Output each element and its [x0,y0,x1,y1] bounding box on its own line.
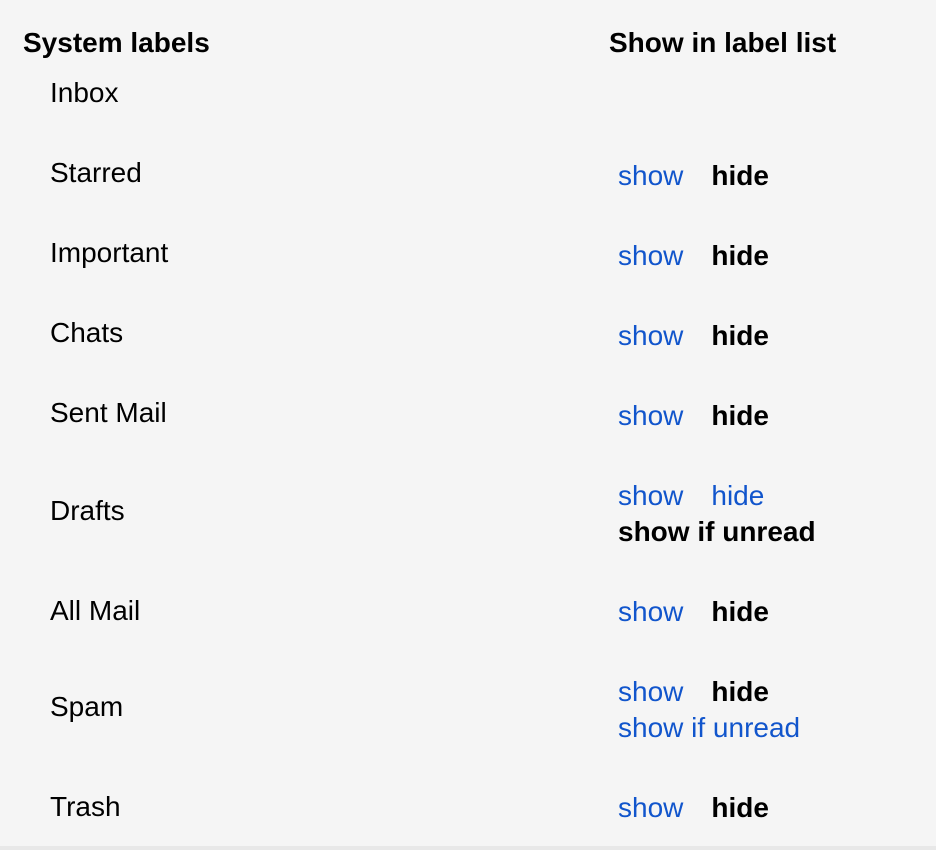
label-name: Trash [50,791,121,822]
hide-selected: hide [711,792,769,823]
visibility-options: show hide show if unread [618,478,816,550]
show-link[interactable]: show [618,240,683,271]
show-link[interactable]: show [618,320,683,351]
hide-selected: hide [711,400,769,431]
label-name: Inbox [50,77,119,108]
visibility-options: show hide [618,158,769,194]
visibility-options: show hide [618,318,769,354]
divider [0,846,936,850]
label-name: Chats [50,317,124,348]
label-name: Important [50,237,169,268]
label-name: All Mail [50,595,141,626]
options-line: show hide [618,478,816,514]
visibility-options: show hide [618,238,769,274]
options-line: show hide [618,318,769,354]
show-link[interactable]: show [618,676,683,707]
visibility-options: show hide show if unread [618,674,800,746]
visibility-options: show hide [618,594,769,630]
hide-selected: hide [711,676,769,707]
show-link[interactable]: show [618,596,683,627]
system-labels-header: System labels [23,27,210,58]
label-name: Sent Mail [50,397,167,428]
show-link[interactable]: show [618,480,683,511]
visibility-options: show hide [618,398,769,434]
show-link[interactable]: show [618,160,683,191]
visibility-options: show hide [618,790,769,826]
show-if-unread-link[interactable]: show if unread [618,712,800,743]
options-line: show if unread [618,710,800,746]
show-link[interactable]: show [618,792,683,823]
options-line: show hide [618,398,769,434]
hide-selected: hide [711,160,769,191]
label-name: Drafts [50,495,125,526]
options-line: show hide [618,594,769,630]
show-link[interactable]: show [618,400,683,431]
hide-selected: hide [711,320,769,351]
options-line: show hide [618,674,800,710]
label-name: Starred [50,157,142,188]
options-line: show hide [618,238,769,274]
show-if-unread-selected: show if unread [618,516,816,547]
show-in-label-list-header: Show in label list [609,27,837,58]
hide-selected: hide [711,240,769,271]
label-name: Spam [50,691,124,722]
options-line: show hide [618,790,769,826]
options-line: show if unread [618,514,816,550]
hide-link[interactable]: hide [711,480,764,511]
hide-selected: hide [711,596,769,627]
options-line: show hide [618,158,769,194]
